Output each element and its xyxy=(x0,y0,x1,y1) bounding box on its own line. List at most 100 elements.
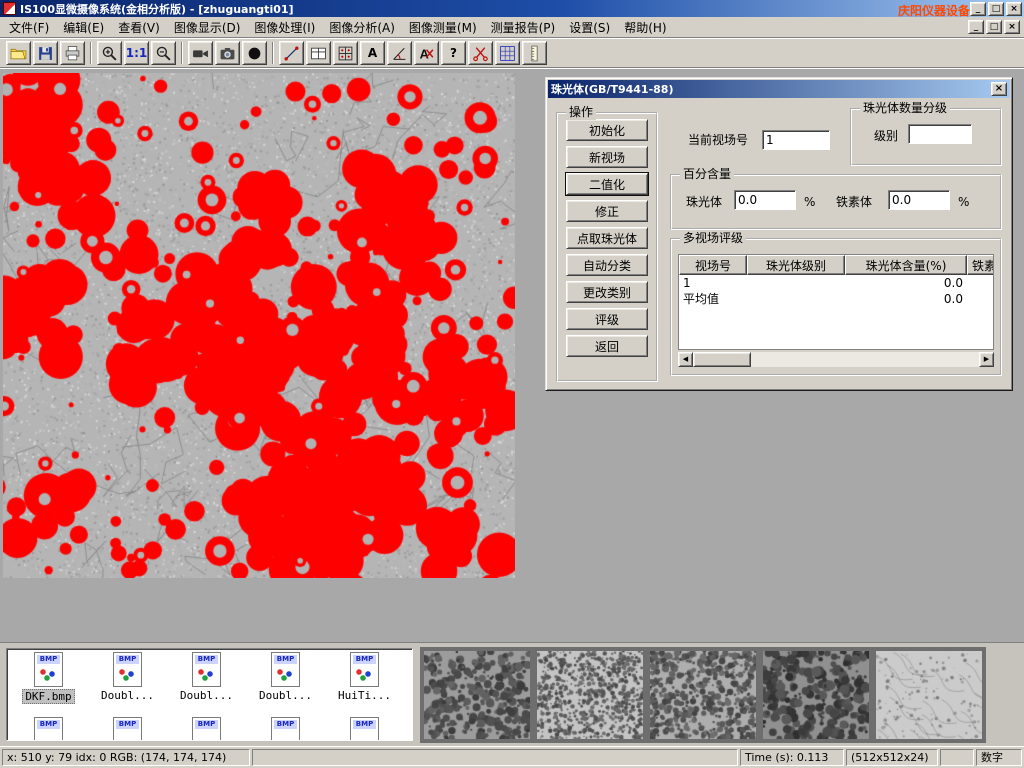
ruler-icon[interactable] xyxy=(522,41,547,65)
zoom-in-icon[interactable] xyxy=(97,41,122,65)
measure-length-icon[interactable] xyxy=(279,41,304,65)
field-grid-icon[interactable] xyxy=(333,41,358,65)
file-name[interactable]: DKF.bmp xyxy=(22,689,74,704)
scrollbar-track[interactable] xyxy=(751,352,979,367)
actual-size-label: 1:1 xyxy=(126,46,148,60)
file-name[interactable]: Doubl... xyxy=(99,689,156,702)
maximize-button[interactable]: □ xyxy=(988,2,1004,16)
menu-settings[interactable]: 设置(S) xyxy=(562,17,617,38)
pearlite-percent-input[interactable] xyxy=(734,190,796,210)
menu-measure-report[interactable]: 测量报告(P) xyxy=(484,17,563,38)
scroll-left-icon[interactable]: ◀ xyxy=(678,352,693,367)
dialog-title-bar[interactable]: 珠光体(GB/T9441-88) × xyxy=(548,80,1010,98)
multi-field-group: 多视场评级 视场号 珠光体级别 珠光体含量(%) 铁素体 1 0.0 平均值 xyxy=(670,238,1002,376)
actual-size-icon[interactable]: 1:1 xyxy=(124,41,149,65)
toolbar: 1:1 A A ? xyxy=(0,38,1024,68)
initialize-button[interactable]: 初始化 xyxy=(566,119,648,141)
current-field-input[interactable] xyxy=(762,130,830,150)
table-row[interactable]: 平均值 0.0 xyxy=(679,291,993,307)
file-item[interactable]: BMP HuiTi... xyxy=(325,652,404,704)
pearlite-dialog: 珠光体(GB/T9441-88) × 操作 初始化 新视场 二值化 修正 点取珠… xyxy=(545,77,1013,391)
minimize-button[interactable]: _ xyxy=(970,2,986,16)
pick-pearlite-button[interactable]: 点取珠光体 xyxy=(566,227,648,249)
measure-table-icon[interactable] xyxy=(306,41,331,65)
scrollbar-thumb[interactable] xyxy=(693,352,751,367)
zoom-out-icon[interactable] xyxy=(151,41,176,65)
menu-image-analysis[interactable]: 图像分析(A) xyxy=(322,17,402,38)
window-controls: _ □ × xyxy=(968,2,1022,16)
change-class-button[interactable]: 更改类别 xyxy=(566,281,648,303)
file-name[interactable]: HuiTi... xyxy=(336,689,393,702)
table-hscrollbar[interactable]: ◀ ▶ xyxy=(678,352,994,367)
pearlite-label: 珠光体 xyxy=(686,192,722,212)
cell-content: 0.0 xyxy=(845,291,967,307)
ferrite-percent-input[interactable] xyxy=(888,190,950,210)
menu-image-process[interactable]: 图像处理(I) xyxy=(247,17,322,38)
menu-file[interactable]: 文件(F) xyxy=(2,17,56,38)
file-item[interactable]: BMP Doubl... xyxy=(246,652,325,704)
bmp-ext-label: BMP xyxy=(37,720,60,729)
bmp-file-icon: BMP xyxy=(113,717,142,741)
thumbnail-strip xyxy=(420,647,986,743)
cut-icon[interactable] xyxy=(468,41,493,65)
mdi-restore-button[interactable]: □ xyxy=(986,20,1002,34)
camera-icon[interactable] xyxy=(215,41,240,65)
level-input[interactable] xyxy=(908,124,972,144)
menu-help[interactable]: 帮助(H) xyxy=(617,17,673,38)
open-folder-icon[interactable] xyxy=(6,41,31,65)
file-item[interactable]: BMP Doubl... xyxy=(88,652,167,704)
title-bar[interactable]: IS100显微摄像系统(金相分析版) - [zhuguangti01] 庆阳仪器… xyxy=(0,0,1024,17)
dialog-close-icon[interactable]: × xyxy=(991,82,1007,96)
file-item[interactable]: BMP xyxy=(9,717,88,741)
mdi-close-button[interactable]: × xyxy=(1004,20,1020,34)
menu-image-measure[interactable]: 图像测量(M) xyxy=(402,17,484,38)
menu-edit[interactable]: 编辑(E) xyxy=(56,17,111,38)
file-name[interactable]: Doubl... xyxy=(178,689,235,702)
thumbnail-image[interactable] xyxy=(650,651,756,739)
binarize-button[interactable]: 二值化 xyxy=(566,173,648,195)
scroll-right-icon[interactable]: ▶ xyxy=(979,352,994,367)
new-field-button[interactable]: 新视场 xyxy=(566,146,648,168)
file-name[interactable]: Doubl... xyxy=(257,689,314,702)
auto-classify-button[interactable]: 自动分类 xyxy=(566,254,648,276)
print-icon[interactable] xyxy=(60,41,85,65)
help-icon[interactable]: ? xyxy=(441,41,466,65)
cell-level xyxy=(747,275,845,291)
grid-overlay-icon[interactable] xyxy=(495,41,520,65)
file-item[interactable]: BMP xyxy=(167,717,246,741)
mdi-minimize-button[interactable]: _ xyxy=(968,20,984,34)
thumbnail-image[interactable] xyxy=(876,651,982,739)
table-row[interactable]: 1 0.0 xyxy=(679,275,993,291)
file-item[interactable]: BMP xyxy=(88,717,167,741)
cell-level xyxy=(747,291,845,307)
cell-field: 平均值 xyxy=(679,291,747,307)
text-annotation-glyph: A xyxy=(368,46,377,60)
ferrite-label: 铁素体 xyxy=(836,192,872,212)
thumbnail-image[interactable] xyxy=(763,651,869,739)
menu-image-display[interactable]: 图像显示(D) xyxy=(167,17,248,38)
file-item[interactable]: BMP Doubl... xyxy=(167,652,246,704)
file-item[interactable]: BMP xyxy=(246,717,325,741)
bmp-file-icon: BMP xyxy=(192,717,221,741)
video-camera-icon[interactable] xyxy=(188,41,213,65)
text-annotation-icon[interactable]: A xyxy=(360,41,385,65)
file-item[interactable]: BMP xyxy=(325,717,404,741)
toolbar-separator xyxy=(272,42,274,64)
bmp-art xyxy=(197,668,216,682)
thumbnail-image[interactable] xyxy=(537,651,643,739)
return-button[interactable]: 返回 xyxy=(566,335,648,357)
text-delete-icon[interactable]: A xyxy=(414,41,439,65)
thumbnail-image[interactable] xyxy=(424,651,530,739)
close-button[interactable]: × xyxy=(1006,2,1022,16)
rate-button[interactable]: 评级 xyxy=(566,308,648,330)
col-header-field: 视场号 xyxy=(679,255,747,275)
menu-view[interactable]: 查看(V) xyxy=(111,17,167,38)
angle-measure-icon[interactable] xyxy=(387,41,412,65)
save-icon[interactable] xyxy=(33,41,58,65)
file-item[interactable]: BMP DKF.bmp xyxy=(9,652,88,704)
bmp-ext-label: BMP xyxy=(274,655,297,664)
capture-target-icon[interactable] xyxy=(242,41,267,65)
correct-button[interactable]: 修正 xyxy=(566,200,648,222)
grading-group-label: 珠光体数量分级 xyxy=(860,101,950,116)
micrograph-image[interactable] xyxy=(3,73,515,578)
